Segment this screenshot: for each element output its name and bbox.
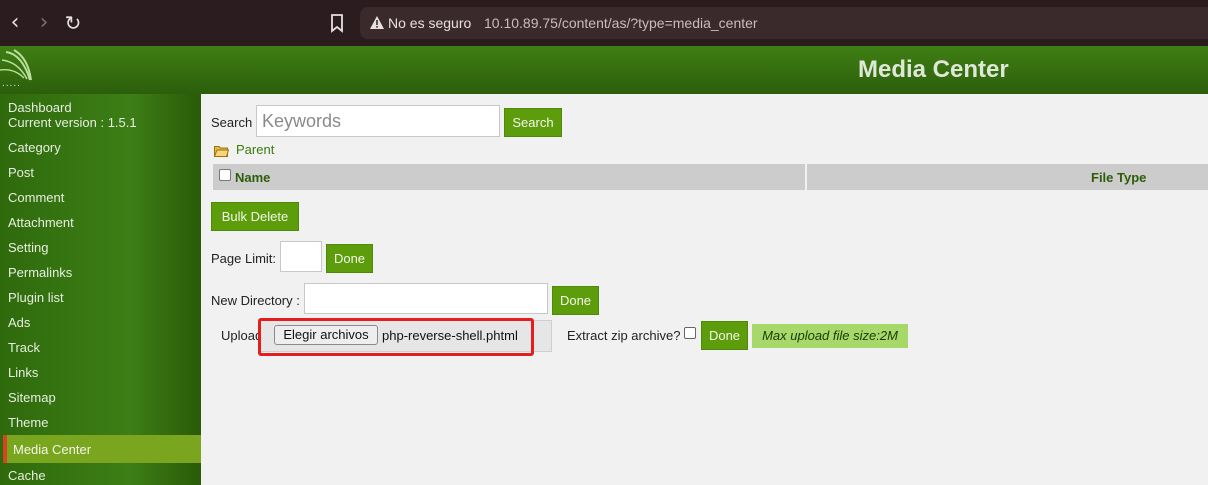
admin-header xyxy=(0,46,1208,94)
address-bar[interactable]: No es seguro 10.10.89.75/content/as/?typ… xyxy=(360,7,1208,39)
sidebar-item-sitemap[interactable]: Sitemap xyxy=(8,390,56,405)
page-title: Media Center xyxy=(858,56,1009,83)
sidebar-item-category[interactable]: Category xyxy=(8,140,61,155)
column-divider xyxy=(805,164,807,190)
sidebar-item-ads[interactable]: Ads xyxy=(8,315,30,330)
reload-icon[interactable]: ↻ xyxy=(60,9,86,37)
parent-link[interactable]: Parent xyxy=(236,142,274,157)
column-name[interactable]: Name xyxy=(235,170,270,185)
highlight-box xyxy=(258,318,534,356)
sidebar-item-comment[interactable]: Comment xyxy=(8,190,64,205)
security-label[interactable]: No es seguro xyxy=(388,15,471,31)
page-limit-done-button[interactable]: Done xyxy=(326,244,373,273)
new-directory-label: New Directory : xyxy=(211,293,300,308)
page-limit-input[interactable] xyxy=(280,241,322,272)
select-all-checkbox[interactable] xyxy=(219,169,231,181)
back-icon[interactable]: ‹ xyxy=(2,9,28,37)
folder-icon xyxy=(214,146,229,157)
sidebar-item-dashboard[interactable]: Dashboard xyxy=(8,100,72,115)
sidebar-item-label: Media Center xyxy=(13,442,92,457)
sidebar-item-plugin-list[interactable]: Plugin list xyxy=(8,290,64,305)
bookmark-icon[interactable] xyxy=(326,12,348,34)
media-center-panel: Search Keywords Search Parent Name File … xyxy=(201,94,1208,485)
bulk-delete-button[interactable]: Bulk Delete xyxy=(211,202,299,231)
table-header: Name File Type xyxy=(213,164,1208,190)
browser-toolbar: ‹ › ↻ No es seguro 10.10.89.75/content/a… xyxy=(0,0,1208,46)
sidebar-item-post[interactable]: Post xyxy=(8,165,34,180)
new-directory-done-button[interactable]: Done xyxy=(552,286,599,315)
sidebar-item-links[interactable]: Links xyxy=(8,365,38,380)
sidebar-item-theme[interactable]: Theme xyxy=(8,415,48,430)
search-label: Search xyxy=(211,115,253,130)
logo-dots: ..... xyxy=(2,78,21,89)
max-upload-notice: Max upload file size:2M xyxy=(752,324,908,348)
upload-done-button[interactable]: Done xyxy=(701,321,748,350)
column-file-type[interactable]: File Type xyxy=(1091,170,1146,185)
sidebar-item-version: Current version : 1.5.1 xyxy=(8,115,137,130)
search-button[interactable]: Search xyxy=(504,108,562,137)
sidebar: Dashboard Current version : 1.5.1 Catego… xyxy=(0,94,201,485)
sidebar-item-cache[interactable]: Cache xyxy=(8,468,46,483)
forward-icon[interactable]: › xyxy=(31,9,57,37)
sidebar-item-setting[interactable]: Setting xyxy=(8,240,48,255)
sidebar-item-track[interactable]: Track xyxy=(8,340,40,355)
extract-zip-checkbox[interactable] xyxy=(684,327,696,339)
page-limit-label: Page Limit: xyxy=(211,251,277,266)
extract-zip-label: Extract zip archive? xyxy=(567,328,681,343)
url-text[interactable]: 10.10.89.75/content/as/?type=media_cente… xyxy=(484,15,758,31)
sidebar-item-media-center[interactable]: Media Center xyxy=(3,435,201,463)
warning-icon xyxy=(370,16,384,29)
new-directory-input[interactable] xyxy=(304,283,548,314)
search-input[interactable]: Keywords xyxy=(256,105,500,137)
sidebar-item-attachment[interactable]: Attachment xyxy=(8,215,74,230)
sidebar-item-permalinks[interactable]: Permalinks xyxy=(8,265,72,280)
